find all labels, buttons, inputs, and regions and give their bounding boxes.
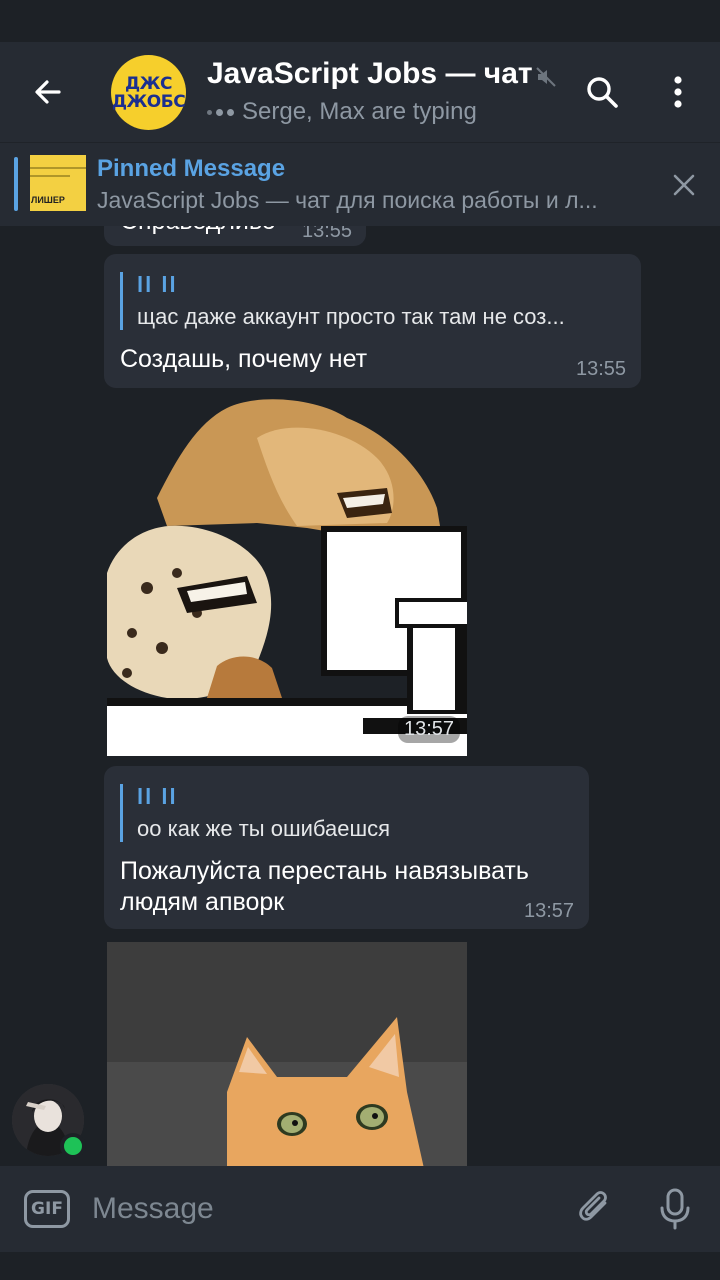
status-bar — [0, 0, 720, 42]
attach-icon — [579, 1191, 607, 1221]
search-button[interactable] — [578, 68, 626, 116]
pinned-message-bar[interactable]: ЛИШЕР Pinned Message JavaScript Jobs — ч… — [0, 142, 720, 226]
typing-status-text: Serge, Max are typing — [242, 98, 477, 125]
more-vert-icon — [674, 76, 682, 108]
reply-quote[interactable]: ll ll оо как же ты ошибаешся — [120, 784, 390, 842]
pinned-text: JavaScript Jobs — чат для поиска работы … — [97, 187, 598, 213]
message-list[interactable]: Справедливо 13:55 ll ll щас даже аккаунт… — [0, 226, 720, 1166]
message-bubble[interactable]: Справедливо 13:55 — [104, 226, 366, 246]
message-text-line: Пожалуйста перестань навязывать — [120, 857, 529, 885]
message-time: 13:55 — [576, 358, 627, 380]
pinned-thumb-label: ЛИШЕР — [31, 195, 65, 205]
reply-text: оо как же ты ошибаешся — [137, 816, 391, 841]
pinned-indicator — [14, 157, 18, 211]
mic-icon — [660, 1188, 690, 1230]
reply-author: ll ll — [137, 784, 178, 809]
message-bubble[interactable]: ll ll оо как же ты ошибаешся Пожалуйста … — [104, 766, 589, 929]
pinned-thumbnail: ЛИШЕР — [30, 155, 86, 211]
back-button[interactable] — [24, 68, 72, 116]
reply-quote[interactable]: ll ll щас даже аккаунт просто так там не… — [120, 272, 565, 330]
pinned-close-button[interactable] — [664, 165, 704, 205]
message-time: 13:55 — [302, 226, 353, 242]
avatar-text-line2: ДЖОБС — [111, 91, 186, 112]
message-input[interactable] — [92, 1186, 542, 1232]
message-text: Справедливо — [120, 226, 276, 237]
voice-record-button[interactable] — [652, 1184, 698, 1234]
close-icon — [673, 174, 695, 196]
chat-title[interactable]: JavaScript Jobs — чат — [207, 57, 533, 91]
system-nav-bar — [0, 1252, 720, 1280]
photo-message[interactable] — [107, 942, 467, 1166]
message-text: Создашь, почему нет — [120, 345, 368, 373]
online-status-dot — [60, 1133, 86, 1159]
typing-status: Serge, Max are typing — [207, 98, 477, 126]
pinned-title: Pinned Message — [97, 155, 286, 182]
cat-photo-image — [107, 942, 467, 1166]
message-text: Пожалуйста перестань навязывать людям ап… — [120, 856, 529, 918]
message-text-line: людям апворк — [120, 888, 285, 916]
sticker-image[interactable] — [107, 398, 467, 756]
mute-icon — [536, 67, 556, 87]
message-bubble[interactable]: ll ll щас даже аккаунт просто так там не… — [104, 254, 641, 388]
attach-button[interactable] — [572, 1186, 618, 1232]
chat-header: ДЖС ДЖОБС JavaScript Jobs — чат Serge, M… — [0, 42, 720, 142]
typing-dots-icon — [207, 108, 234, 116]
reply-author: ll ll — [137, 272, 178, 297]
message-time: 13:57 — [524, 900, 575, 922]
back-arrow-icon — [35, 80, 61, 104]
avatar-text-line1: ДЖС — [125, 73, 172, 94]
gif-button[interactable]: GIF — [24, 1190, 70, 1228]
search-icon — [587, 77, 618, 108]
reply-text: щас даже аккаунт просто так там не соз..… — [137, 304, 565, 329]
more-options-button[interactable] — [656, 68, 700, 116]
message-composer: GIF — [0, 1166, 720, 1252]
chat-avatar[interactable]: ДЖС ДЖОБС — [111, 55, 186, 130]
message-time: 13:57 — [398, 716, 461, 743]
